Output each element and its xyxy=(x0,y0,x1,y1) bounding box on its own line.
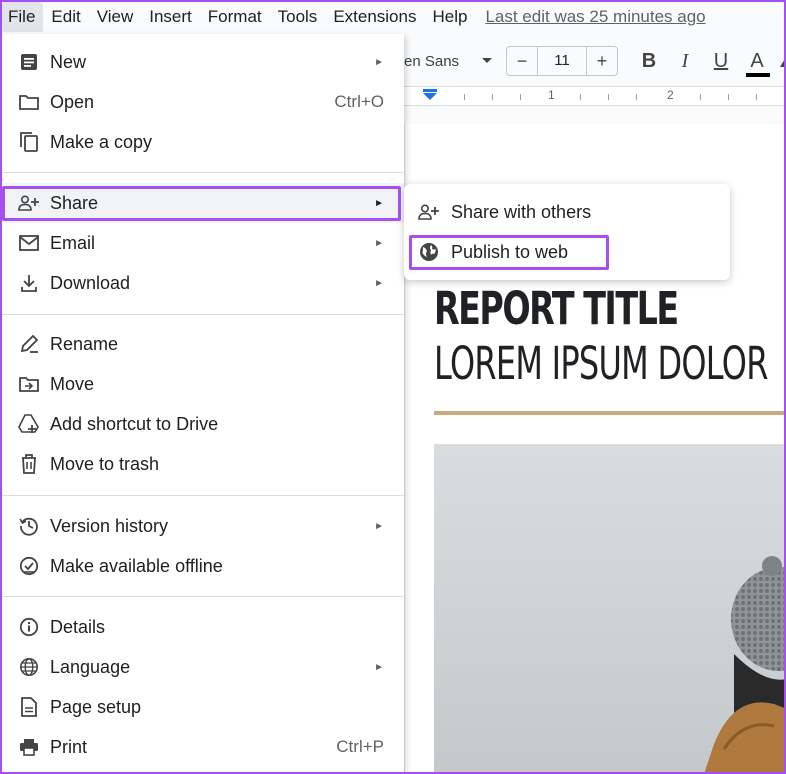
menu-item-label: Version history xyxy=(50,515,169,536)
drive-shortcut-icon xyxy=(18,413,40,435)
submenu-arrow-icon: ► xyxy=(374,661,384,673)
menu-item-label: Add shortcut to Drive xyxy=(50,413,219,434)
menu-item-label: Download xyxy=(50,272,131,293)
menu-item-label: Move xyxy=(50,373,95,394)
menu-item-print[interactable]: Print Ctrl+P xyxy=(2,727,404,767)
menu-view[interactable]: View xyxy=(89,2,142,32)
italic-button[interactable]: I xyxy=(668,50,702,73)
menu-separator xyxy=(2,596,404,597)
menu-bar: File Edit View Insert Format Tools Exten… xyxy=(0,0,786,34)
menu-item-label: Email xyxy=(50,232,96,253)
menu-item-new[interactable]: New ► xyxy=(2,42,404,82)
ruler-mark-1: 1 xyxy=(548,88,555,102)
increase-font-size-button[interactable]: + xyxy=(587,47,617,75)
submenu-item-publish-to-web[interactable]: Publish to web xyxy=(404,232,730,272)
submenu-item-label: Share with others xyxy=(451,201,592,222)
font-family-select[interactable]: en Sans xyxy=(404,53,481,70)
menu-help[interactable]: Help xyxy=(424,2,475,32)
divider-line xyxy=(434,411,786,415)
highlight-pen-icon[interactable] xyxy=(778,53,786,69)
menu-file[interactable]: File xyxy=(0,2,44,32)
globe-filled-icon xyxy=(418,241,440,263)
menu-item-open[interactable]: Open Ctrl+O xyxy=(2,82,404,122)
submenu-arrow-icon: ► xyxy=(374,520,384,532)
download-icon xyxy=(18,272,40,294)
menu-item-label: Print xyxy=(50,736,88,757)
folder-icon xyxy=(18,91,40,113)
menu-item-label: Open xyxy=(50,91,95,112)
menu-extensions[interactable]: Extensions xyxy=(325,2,424,32)
page-icon xyxy=(18,696,40,718)
submenu-arrow-icon: ► xyxy=(374,237,384,249)
menu-item-label: Details xyxy=(50,616,106,637)
menu-item-label: Language xyxy=(50,656,131,677)
globe-icon xyxy=(18,656,40,678)
document-icon xyxy=(18,51,40,73)
menu-item-label: Share xyxy=(50,192,99,213)
menu-tools[interactable]: Tools xyxy=(270,2,326,32)
menu-separator xyxy=(2,314,404,315)
ruler-mark-2: 2 xyxy=(667,88,674,102)
copy-icon xyxy=(18,131,40,153)
submenu-arrow-icon: ► xyxy=(374,197,384,209)
menu-separator xyxy=(2,172,404,173)
toolbar: en Sans − 11 + B I U A xyxy=(404,40,786,82)
decrease-font-size-button[interactable]: − xyxy=(507,47,537,75)
menu-item-details[interactable]: Details xyxy=(2,607,404,647)
person-add-icon xyxy=(18,192,40,214)
submenu-item-share-with-others[interactable]: Share with others xyxy=(404,192,730,232)
underline-button[interactable]: U xyxy=(704,50,738,73)
menu-separator xyxy=(2,495,404,496)
person-add-icon xyxy=(418,201,440,223)
menu-item-label: Make available offline xyxy=(50,555,223,576)
file-menu-dropdown: New ► Open Ctrl+O Make a copy Share ► Em… xyxy=(2,34,404,774)
share-submenu: Share with others Publish to web xyxy=(404,184,730,280)
last-edit-link[interactable]: Last edit was 25 minutes ago xyxy=(485,7,705,27)
font-dropdown-arrow-icon[interactable] xyxy=(481,57,506,65)
menu-item-version-history[interactable]: Version history ► xyxy=(2,506,404,546)
submenu-arrow-icon: ► xyxy=(374,56,384,68)
menu-item-share[interactable]: Share ► xyxy=(2,183,404,223)
submenu-arrow-icon: ► xyxy=(374,277,384,289)
trash-icon xyxy=(18,453,40,475)
indent-marker-icon[interactable] xyxy=(422,89,438,101)
shortcut-text: Ctrl+P xyxy=(336,737,384,756)
report-subtitle: LOREM IPSUM DOLOR xyxy=(434,337,768,390)
menu-item-label: Move to trash xyxy=(50,453,160,474)
menu-item-make-a-copy[interactable]: Make a copy xyxy=(2,122,404,162)
menu-item-add-shortcut[interactable]: Add shortcut to Drive xyxy=(2,404,404,444)
menu-item-label: New xyxy=(50,51,87,72)
menu-edit[interactable]: Edit xyxy=(43,2,88,32)
info-icon xyxy=(18,616,40,638)
menu-item-label: Rename xyxy=(50,333,119,354)
shortcut-text: Ctrl+O xyxy=(334,92,384,111)
menu-format[interactable]: Format xyxy=(200,2,270,32)
menu-insert[interactable]: Insert xyxy=(141,2,200,32)
text-color-button[interactable]: A xyxy=(740,50,774,77)
font-size-control: − 11 + xyxy=(506,46,618,76)
pencil-icon xyxy=(18,333,40,355)
menu-item-rename[interactable]: Rename xyxy=(2,324,404,364)
bold-button[interactable]: B xyxy=(632,50,666,73)
move-folder-icon xyxy=(18,373,40,395)
menu-item-make-available-offline[interactable]: Make available offline xyxy=(2,546,404,586)
history-icon xyxy=(18,515,40,537)
email-icon xyxy=(18,232,40,254)
menu-item-label: Page setup xyxy=(50,696,142,717)
submenu-item-label: Publish to web xyxy=(451,241,569,262)
font-size-input[interactable]: 11 xyxy=(537,47,587,75)
menu-item-move[interactable]: Move xyxy=(2,364,404,404)
menu-item-page-setup[interactable]: Page setup xyxy=(2,687,404,727)
offline-check-icon xyxy=(18,555,40,577)
printer-icon xyxy=(18,736,40,758)
report-title: REPORT TITLE xyxy=(434,282,679,335)
menu-item-email[interactable]: Email ► xyxy=(2,223,404,263)
menu-item-label: Make a copy xyxy=(50,131,153,152)
menu-item-language[interactable]: Language ► xyxy=(2,647,404,687)
horizontal-ruler[interactable]: 1 2 xyxy=(404,86,786,106)
cover-photo xyxy=(434,444,786,774)
menu-item-move-to-trash[interactable]: Move to trash xyxy=(2,444,404,484)
menu-item-download[interactable]: Download ► xyxy=(2,263,404,303)
